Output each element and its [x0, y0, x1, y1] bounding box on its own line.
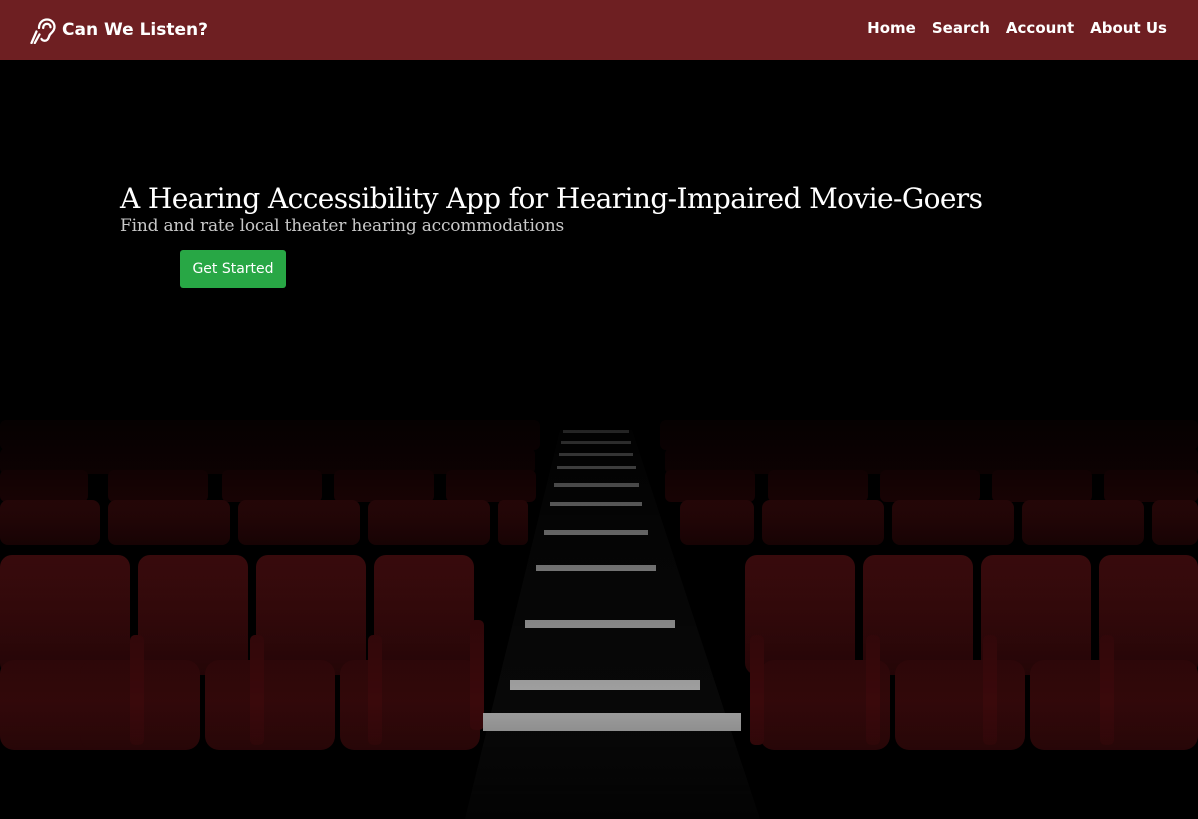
brand-link[interactable]: Can We Listen?: [30, 16, 208, 44]
hero-text-block: A Hearing Accessibility App for Hearing-…: [120, 180, 983, 238]
nav-links: Home Search Account About Us: [851, 19, 1167, 37]
top-navbar: Can We Listen? Home Search Account About…: [0, 0, 1198, 60]
nav-search[interactable]: Search: [932, 19, 990, 37]
nav-account[interactable]: Account: [1006, 19, 1074, 37]
hero-title: A Hearing Accessibility App for Hearing-…: [120, 182, 983, 215]
hero-section: A Hearing Accessibility App for Hearing-…: [0, 60, 1198, 819]
hearing-icon: [30, 16, 58, 44]
nav-home[interactable]: Home: [867, 19, 916, 37]
nav-about-us[interactable]: About Us: [1090, 19, 1167, 37]
brand-name: Can We Listen?: [62, 20, 208, 40]
get-started-button[interactable]: Get Started: [180, 250, 286, 288]
theater-background-image: [0, 60, 1198, 819]
